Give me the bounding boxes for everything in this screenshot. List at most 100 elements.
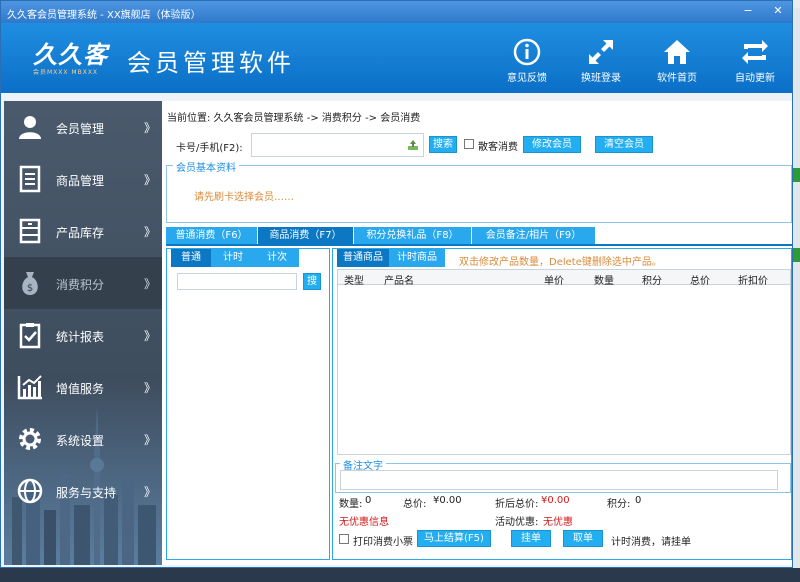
print-receipt-label: 打印消费小票: [353, 537, 413, 548]
tab-points-exchange[interactable]: 积分兑换礼品（F8）: [354, 227, 472, 244]
document-icon: [19, 165, 41, 193]
subtab-normal-products[interactable]: 普通商品: [337, 249, 389, 267]
sidebar-item-reports[interactable]: 统计报表 》: [4, 309, 162, 361]
sidebar-item-inventory[interactable]: 产品库存 》: [4, 205, 162, 257]
hang-order-button[interactable]: 挂单: [511, 530, 551, 547]
switch-login-button[interactable]: 换班登录: [569, 33, 633, 89]
sidebar-item-label: 统计报表: [56, 330, 105, 344]
chevron-right-icon: 》: [144, 485, 157, 499]
home-button[interactable]: 软件首页: [645, 33, 709, 89]
title-bar: 久久客会员管理系统 - XX旗舰店（体验版） − ✕: [1, 1, 792, 23]
chart-icon: [17, 375, 42, 400]
tab-product-consumption[interactable]: 商品消费（F7）: [258, 227, 354, 244]
print-receipt-checkbox[interactable]: [339, 534, 349, 544]
points-value: 0: [635, 495, 642, 506]
sidebar-item-member[interactable]: 会员管理 》: [4, 101, 162, 153]
checkout-button[interactable]: 马上结算(F5): [417, 530, 491, 547]
app-name: 会员管理软件: [127, 49, 295, 77]
home-icon: [664, 40, 690, 64]
feedback-button[interactable]: 意见反馈: [495, 33, 559, 89]
product-table-header: 类型 产品名 单价 数量 积分 总价 折扣价: [337, 269, 791, 287]
minimize-button[interactable]: −: [741, 4, 755, 18]
timed-hint: 计时消费，请挂单: [611, 537, 691, 548]
logo-text: 久久客: [33, 40, 108, 69]
feedback-label: 意见反馈: [507, 73, 547, 84]
walkin-checkbox[interactable]: [464, 139, 474, 149]
left-search-button[interactable]: 搜: [303, 273, 321, 290]
promo-label: 活动优惠:: [495, 517, 539, 528]
breadcrumb: 当前位置: 久久客会员管理系统 -> 消费积分 -> 会员消费: [167, 113, 421, 124]
sidebar: 会员管理 》 商品管理 》 产品库存 》 $ 消费积分 》 统计报表 》 增值服…: [4, 101, 162, 565]
product-table-hint: 双击修改产品数量，Delete键删除选中产品。: [459, 257, 662, 268]
sidebar-item-value-added[interactable]: 增值服务 》: [4, 361, 162, 413]
globe-icon: [17, 478, 43, 504]
note-group: 备注文字: [335, 457, 791, 493]
search-button[interactable]: 搜索: [429, 136, 457, 153]
consumption-tabs: 普通消费（F6） 商品消费（F7） 积分兑换礼品（F8） 会员备注/相片（F9）: [166, 227, 596, 244]
member-icon: [19, 116, 41, 139]
background-window-edge: [792, 8, 800, 568]
cabinet-icon: [19, 218, 41, 244]
no-discount-info: 无优惠信息: [339, 517, 389, 528]
app-header: 久久客 会员MXXX MBXXX 会员管理软件 意见反馈 换班登录 软件首页 自…: [1, 23, 792, 93]
upload-icon[interactable]: [407, 139, 419, 151]
quantity-value: 0: [365, 495, 372, 506]
quantity-label: 数量:: [339, 499, 363, 510]
sidebar-item-label: 系统设置: [56, 434, 105, 448]
info-icon: [513, 38, 541, 66]
main-content: 当前位置: 久久客会员管理系统 -> 消费积分 -> 会员消费 卡号/手机(F2…: [162, 101, 792, 565]
chevron-right-icon: 》: [144, 381, 157, 395]
logo-subtext: 会员MXXX MBXXX: [33, 69, 99, 76]
left-search-input[interactable]: [177, 273, 297, 290]
sidebar-item-label: 商品管理: [56, 174, 105, 188]
subtab-timed-products[interactable]: 计时商品: [389, 249, 445, 267]
right-panel: 普通商品 计时商品 双击修改产品数量，Delete键删除选中产品。 类型 产品名…: [332, 248, 792, 560]
chevron-right-icon: 》: [144, 225, 157, 239]
left-panel: 普通 计时 计次 搜: [166, 248, 330, 560]
subtab-timed[interactable]: 计时: [211, 249, 255, 267]
clear-member-button[interactable]: 清空会员: [595, 136, 653, 153]
auto-update-label: 自动更新: [735, 73, 775, 84]
sidebar-item-label: 会员管理: [56, 122, 105, 136]
subtab-normal[interactable]: 普通: [171, 249, 211, 267]
app-logo: 久久客 会员MXXX MBXXX: [29, 35, 119, 81]
product-table-body[interactable]: [337, 285, 791, 455]
close-button[interactable]: ✕: [771, 4, 785, 18]
member-info-legend: 会员基本资料: [173, 159, 239, 174]
subtab-count[interactable]: 计次: [255, 249, 299, 267]
total-value: ¥0.00: [433, 495, 462, 506]
sidebar-item-consumption[interactable]: $ 消费积分 》: [4, 257, 162, 309]
chevron-right-icon: 》: [144, 277, 157, 291]
retrieve-order-button[interactable]: 取单: [563, 530, 603, 547]
background-chip: [792, 168, 800, 182]
svg-text:$: $: [27, 283, 33, 294]
sidebar-item-settings[interactable]: 系统设置 》: [4, 413, 162, 465]
switch-user-icon: [589, 40, 613, 64]
card-number-input[interactable]: [251, 133, 424, 157]
switch-login-label: 换班登录: [581, 73, 621, 84]
note-input[interactable]: [340, 470, 778, 490]
tab-underline: [166, 244, 792, 246]
edit-member-button[interactable]: 修改会员: [523, 136, 581, 153]
tab-normal-consumption[interactable]: 普通消费（F6）: [166, 227, 258, 244]
gear-icon: [19, 428, 41, 450]
sidebar-item-support[interactable]: 服务与支持 》: [4, 465, 162, 517]
sidebar-item-label: 产品库存: [56, 226, 105, 240]
walkin-label: 散客消费: [478, 142, 518, 153]
points-label: 积分:: [607, 499, 631, 510]
app-window: 久久客会员管理系统 - XX旗舰店（体验版） − ✕ 久久客 会员MXXX MB…: [0, 0, 793, 568]
clipboard-check-icon: [19, 323, 41, 349]
chevron-right-icon: 》: [144, 173, 157, 187]
sidebar-item-label: 消费积分: [56, 278, 105, 292]
refresh-icon: [742, 40, 768, 64]
sidebar-item-product[interactable]: 商品管理 》: [4, 153, 162, 205]
card-number-label: 卡号/手机(F2):: [176, 143, 243, 154]
background-chip: [792, 248, 800, 262]
member-info-hint: 请先刷卡选择会员……: [194, 192, 294, 203]
auto-update-button[interactable]: 自动更新: [723, 33, 787, 89]
tab-member-notes[interactable]: 会员备注/相片（F9）: [472, 227, 596, 244]
window-title: 久久客会员管理系统 - XX旗舰店（体验版）: [7, 10, 201, 21]
screen: 久久客会员管理系统 - XX旗舰店（体验版） − ✕ 久久客 会员MXXX MB…: [0, 0, 800, 582]
money-bag-icon: $: [22, 272, 38, 295]
chevron-right-icon: 》: [144, 121, 157, 135]
